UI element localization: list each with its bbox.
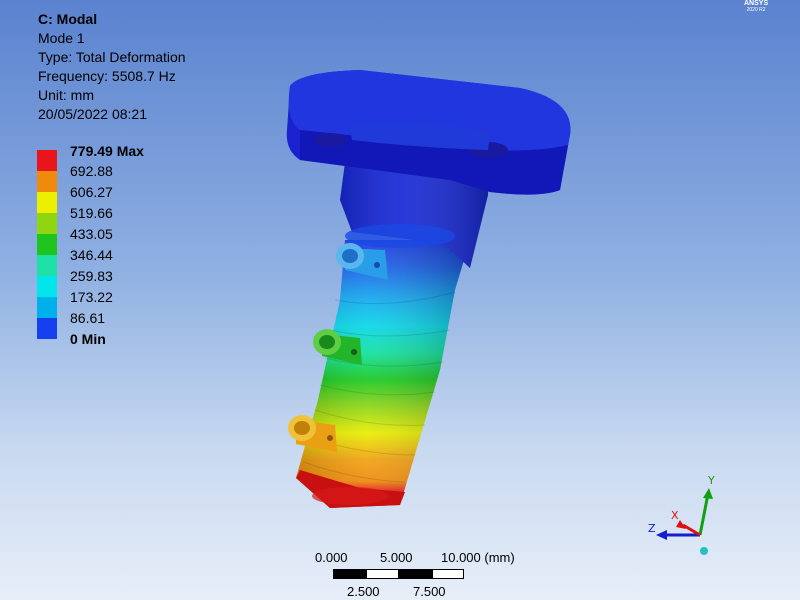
scale-segment	[432, 569, 464, 579]
scale-label: 5.000	[380, 550, 413, 565]
scale-segment	[333, 569, 366, 579]
bolt-hole-left	[313, 133, 347, 147]
mode-label: Mode 1	[38, 30, 85, 46]
legend-color-8	[37, 318, 57, 339]
legend-color-6	[37, 276, 57, 297]
scale-label: 10.000 (mm)	[441, 550, 515, 565]
legend-color-4	[37, 234, 57, 255]
legend-color-1	[37, 171, 57, 192]
scale-label: 2.500	[347, 584, 380, 599]
triad-z-label: Z	[648, 522, 656, 535]
legend-color-2	[37, 192, 57, 213]
frequency-label: Frequency: 5508.7 Hz	[38, 68, 176, 84]
legend-label: 173.22	[70, 289, 113, 305]
legend-label-min: 0 Min	[70, 331, 106, 347]
ansys-logo: ANSYS 2020 R2	[744, 0, 768, 14]
legend-color-7	[37, 297, 57, 318]
triad-y-label: Y	[708, 474, 715, 487]
legend-label: 519.66	[70, 205, 113, 221]
logo-version: 2020 R2	[746, 7, 766, 13]
result-info: C: Modal Mode 1 Type: Total Deformation …	[38, 10, 186, 124]
legend-color-0	[37, 150, 57, 171]
coordinate-triad	[656, 488, 713, 555]
unit-label: Unit: mm	[38, 87, 94, 103]
triad-x-label: X	[671, 509, 679, 522]
legend-color-5	[37, 255, 57, 276]
legend-label: 692.88	[70, 163, 113, 179]
scale-label: 0.000	[315, 550, 348, 565]
y-axis-arrow	[698, 493, 710, 536]
deformed-part	[286, 70, 571, 508]
triad-origin	[700, 547, 708, 555]
legend-label: 606.27	[70, 184, 113, 200]
result-type-label: Type: Total Deformation	[38, 49, 186, 65]
legend-label: 433.05	[70, 226, 113, 242]
legend-label: 346.44	[70, 247, 113, 263]
scale-bar: 0.000 5.000 10.000 (mm) 2.500 7.500	[300, 550, 540, 600]
scale-segment	[399, 569, 432, 579]
legend-label-max: 779.49 Max	[70, 143, 144, 159]
logo-brand: ANSYS	[744, 0, 769, 7]
scale-label: 7.500	[413, 584, 446, 599]
scale-segment	[366, 569, 399, 579]
legend-label: 259.83	[70, 268, 113, 284]
analysis-title: C: Modal	[38, 11, 98, 27]
legend-label: 86.61	[70, 310, 106, 326]
timestamp-label: 20/05/2022 08:21	[38, 106, 147, 122]
legend-color-3	[37, 213, 57, 234]
